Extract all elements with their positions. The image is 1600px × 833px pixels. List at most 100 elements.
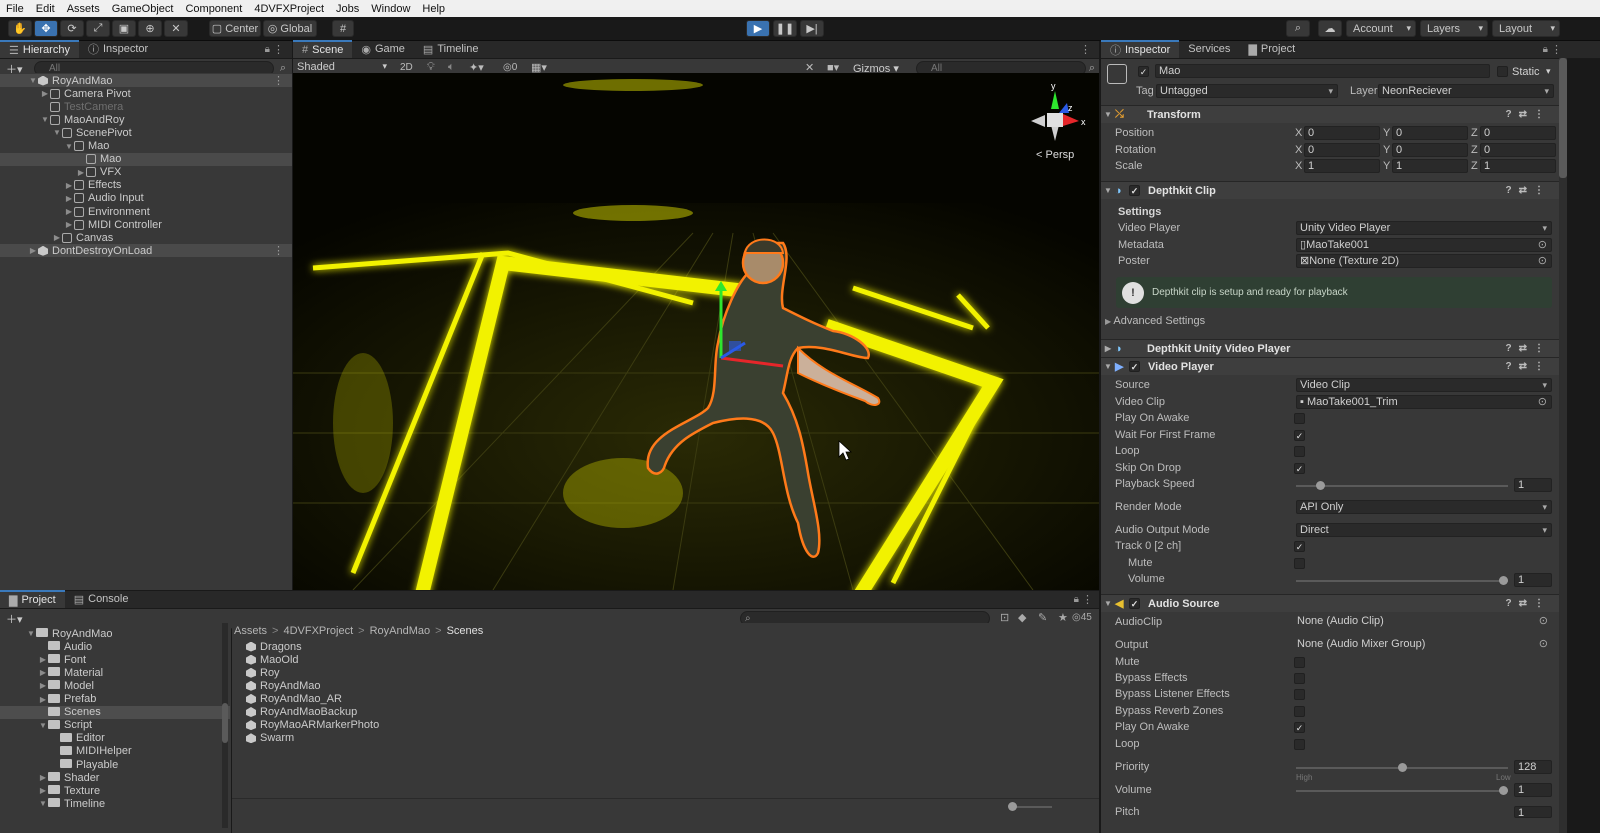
track-0-checkbox[interactable]: ✓ xyxy=(1294,541,1305,552)
expand-arrow-icon[interactable]: ▼ xyxy=(40,115,50,124)
layer-dropdown[interactable]: NeonReciever xyxy=(1378,84,1554,98)
hierarchy-row[interactable]: ▶ Effects xyxy=(0,179,292,192)
tab-scene[interactable]: # Scene xyxy=(293,40,353,58)
folder-tree-item[interactable]: ▼ Script xyxy=(0,719,230,732)
folder-tree-item[interactable]: Scenes xyxy=(0,705,230,719)
tab-project[interactable]: ▇ Project xyxy=(0,590,65,608)
source-dropdown[interactable]: Video Clip xyxy=(1296,378,1552,392)
folder-tree-item[interactable]: ▶ Shader xyxy=(0,771,230,784)
dk-video-header-icons[interactable]: ?⇄⋮ xyxy=(1506,343,1552,354)
scale-x-field[interactable]: 1 xyxy=(1304,159,1380,173)
hierarchy-row[interactable]: ▶ Audio Input xyxy=(0,192,292,205)
audio-source-fold-icon[interactable]: ▼ xyxy=(1101,599,1115,608)
depthkit-fold-icon[interactable]: ▼ xyxy=(1101,186,1115,195)
position-z-field[interactable]: 0 xyxy=(1480,126,1556,140)
audio-play-on-awake-checkbox[interactable]: ✓ xyxy=(1294,722,1305,733)
collapse-arrow-icon[interactable]: ▶ xyxy=(52,233,62,242)
tab-inspector[interactable]: ⓘ Inspector xyxy=(1101,40,1180,58)
2d-toggle[interactable]: 2D xyxy=(400,62,413,73)
breadcrumb-item[interactable]: RoyAndMao xyxy=(370,625,431,639)
icon-size-slider[interactable] xyxy=(1008,802,1052,811)
position-y-field[interactable]: 0 xyxy=(1392,126,1468,140)
poster-picker-icon[interactable]: ⊙ xyxy=(1538,255,1547,267)
tab-inspector-left[interactable]: ⓘ Inspector xyxy=(79,40,157,58)
hand-tool-icon[interactable]: ✋ xyxy=(8,20,32,37)
account-dropdown[interactable]: Account ▾ xyxy=(1346,20,1416,37)
expand-arrow-icon[interactable]: ▼ xyxy=(52,128,62,137)
collapse-arrow-icon[interactable]: ▶ xyxy=(64,181,74,190)
folder-arrow-icon[interactable]: ▼ xyxy=(26,629,36,638)
scene-file-item[interactable]: RoyAndMao_AR xyxy=(246,692,342,705)
scene-kebab-icon[interactable]: ⋮ xyxy=(1080,43,1091,56)
hierarchy-row[interactable]: ▼ ScenePivot xyxy=(0,126,292,139)
scale-z-field[interactable]: 1 xyxy=(1480,159,1556,173)
video-player-header[interactable]: ▼ ▶ ✓ Video Player ?⇄⋮ xyxy=(1101,357,1559,375)
rotation-x-field[interactable]: 0 xyxy=(1304,143,1380,157)
breadcrumb-item[interactable]: Scenes xyxy=(447,625,484,639)
inspector-scrollbar[interactable] xyxy=(1559,58,1567,833)
scene-viewport[interactable]: y z x < Persp xyxy=(293,73,1099,590)
menu-window[interactable]: Window xyxy=(365,3,416,15)
custom-tool-icon[interactable]: ✕ xyxy=(164,20,188,37)
scale-y-field[interactable]: 1 xyxy=(1392,159,1468,173)
audio-source-enabled-checkbox[interactable]: ✓ xyxy=(1129,598,1140,609)
layout-dropdown[interactable]: Layout ▾ xyxy=(1492,20,1560,37)
pause-button[interactable]: ❚❚ xyxy=(773,20,797,37)
object-picker-icon[interactable]: ⊙ xyxy=(1538,239,1547,251)
scene-file-item[interactable]: RoyAndMaoBackup xyxy=(246,706,357,719)
output-field[interactable]: None (Audio Mixer Group) ⊙ xyxy=(1294,638,1552,652)
inspector-kebab-icon[interactable]: ⋮ xyxy=(1551,43,1562,56)
folder-tree-item[interactable]: Playable xyxy=(0,758,230,771)
hierarchy-row[interactable]: TestCamera xyxy=(0,100,292,113)
active-checkbox[interactable]: ✓ xyxy=(1138,66,1149,77)
audio-mute-checkbox[interactable] xyxy=(1294,657,1305,668)
transform-tool-icon[interactable]: ⊕ xyxy=(138,20,162,37)
component-header-icons[interactable]: ?⇄⋮ xyxy=(1506,109,1552,120)
video-clip-field[interactable]: ▪ MaoTake001_Trim ⊙ xyxy=(1296,395,1552,409)
hidden-objects-counter[interactable]: ◎0 xyxy=(503,62,517,73)
dk-video-fold-icon[interactable]: ▶ xyxy=(1101,344,1115,353)
video-player-dropdown[interactable]: Unity Video Player xyxy=(1296,221,1552,235)
audio-output-mode-dropdown[interactable]: Direct xyxy=(1296,523,1552,537)
object-name-field[interactable]: Mao xyxy=(1155,64,1490,78)
breadcrumb-item[interactable]: 4DVFXProject xyxy=(283,625,353,639)
bypass-effects-checkbox[interactable] xyxy=(1294,673,1305,684)
folder-arrow-icon[interactable]: ▶ xyxy=(38,773,48,782)
collapse-arrow-icon[interactable]: ▶ xyxy=(64,194,74,203)
video-player-fold-icon[interactable]: ▼ xyxy=(1101,362,1115,371)
collapse-arrow-icon[interactable]: ▶ xyxy=(28,246,38,255)
kebab-menu-icon[interactable]: ⋮ xyxy=(273,43,284,56)
project-lock-icon[interactable]: 🔒︎ xyxy=(1074,594,1079,605)
audioclip-field[interactable]: None (Audio Clip) ⊙ xyxy=(1294,615,1552,629)
wait-first-frame-checkbox[interactable]: ✓ xyxy=(1294,430,1305,441)
scene-file-item[interactable]: RoyMaoARMarkerPhoto xyxy=(246,719,379,732)
track-volume-field[interactable]: 1 xyxy=(1514,573,1552,587)
project-kebab-icon[interactable]: ⋮ xyxy=(1082,593,1093,606)
scale-tool-icon[interactable]: ⤢ xyxy=(86,20,110,37)
snap-grid-icon[interactable]: # xyxy=(332,20,354,37)
hidden-packages-counter[interactable]: ◎45 xyxy=(1072,612,1092,623)
audio-loop-checkbox[interactable] xyxy=(1294,739,1305,750)
folder-arrow-icon[interactable]: ▼ xyxy=(38,721,48,730)
playback-speed-field[interactable]: 1 xyxy=(1514,478,1552,492)
folder-tree-item[interactable]: ▶ Material xyxy=(0,666,230,679)
rotate-tool-icon[interactable]: ⟳ xyxy=(60,20,84,37)
hierarchy-row[interactable]: ▶ Camera Pivot xyxy=(0,87,292,100)
scene-orientation-gizmo[interactable]: y z x xyxy=(1023,81,1087,151)
cloud-icon[interactable]: ☁ xyxy=(1318,20,1342,37)
collapse-arrow-icon[interactable]: ▶ xyxy=(64,220,74,229)
folder-arrow-icon[interactable]: ▶ xyxy=(38,786,48,795)
step-button[interactable]: ▶| xyxy=(800,20,824,37)
depthkit-video-player-header[interactable]: ▶ ◑ Depthkit Unity Video Player ?⇄⋮ xyxy=(1101,339,1559,357)
pivot-global-button[interactable]: ◎ Global xyxy=(263,20,317,37)
rect-tool-icon[interactable]: ▣ xyxy=(112,20,136,37)
priority-field[interactable]: 128 xyxy=(1514,760,1552,774)
audio-source-header-icons[interactable]: ?⇄⋮ xyxy=(1506,598,1552,609)
audioclip-picker-icon[interactable]: ⊙ xyxy=(1539,615,1548,627)
folder-arrow-icon[interactable]: ▶ xyxy=(38,655,48,664)
audio-volume-field[interactable]: 1 xyxy=(1514,783,1552,797)
hierarchy-row[interactable]: ▶ VFX xyxy=(0,166,292,179)
audio-source-header[interactable]: ▼ ◀ ✓ Audio Source ?⇄⋮ xyxy=(1101,594,1559,612)
folder-tree-item[interactable]: MIDIHelper xyxy=(0,745,230,758)
folder-tree-item[interactable]: ▶ Texture xyxy=(0,784,230,797)
